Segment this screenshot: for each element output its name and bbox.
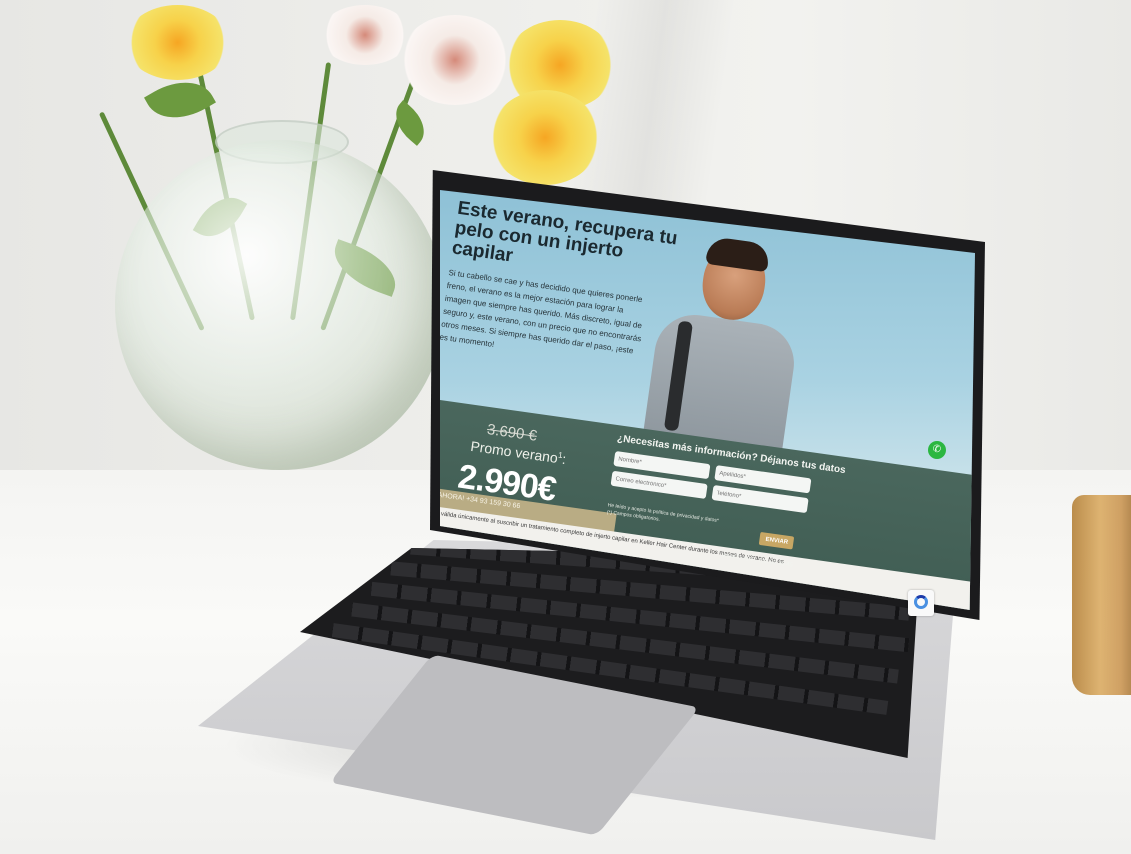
yellow-flower <box>125 5 230 80</box>
yellow-flower <box>490 90 600 185</box>
intro-paragraph: Si tu cabello se cae y has decidido que … <box>440 266 648 371</box>
recaptcha-badge <box>908 590 934 616</box>
white-flower <box>400 15 510 105</box>
smiling-man-photo <box>623 216 832 459</box>
white-flower <box>320 5 410 65</box>
amber-glass <box>1072 495 1131 695</box>
glass-vase <box>115 140 445 470</box>
recaptcha-icon <box>914 595 928 609</box>
photo-scene: Este verano, recupera tu pelo con un inj… <box>0 0 1131 854</box>
whatsapp-icon[interactable]: ✆ <box>928 441 946 459</box>
